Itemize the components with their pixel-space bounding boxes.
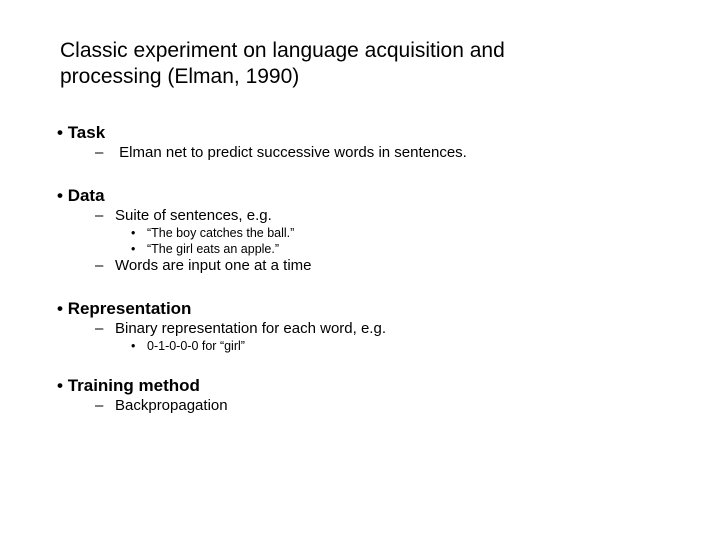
section-training-method: • Training method – Backpropagation	[57, 376, 697, 415]
dash-mark: –	[95, 144, 104, 161]
dash-mark: –	[95, 207, 104, 224]
section-heading: • Data	[57, 186, 697, 206]
slide-title-line-2: processing (Elman, 1990)	[60, 65, 300, 88]
sub-list-item: • 0-1-0-0-0 for “girl”	[57, 338, 697, 354]
list-item-text: Suite of sentences, e.g.	[115, 207, 272, 224]
list-item: – Elman net to predict successive words …	[57, 144, 697, 162]
dash-mark: –	[95, 397, 104, 414]
list-item-text: Backpropagation	[115, 397, 228, 414]
section-heading: • Representation	[57, 299, 697, 319]
sub-list-item: • “The girl eats an apple.”	[57, 241, 697, 257]
section-task: • Task – Elman net to predict successive…	[57, 123, 697, 162]
section-heading-text: Representation	[67, 299, 192, 318]
section-representation: • Representation – Binary representation …	[57, 299, 697, 354]
slide-title: Classic experiment on language acquisiti…	[60, 38, 660, 90]
list-item: – Backpropagation	[57, 397, 697, 415]
list-item-text: Binary representation for each word, e.g…	[115, 320, 386, 337]
section-data: • Data – Suite of sentences, e.g. • “The b…	[57, 186, 697, 275]
bullet-mark: •	[131, 226, 136, 240]
list-item-text: Words are input one at a time	[115, 257, 312, 274]
slide: Classic experiment on language acquisiti…	[0, 0, 720, 540]
sub-list-item-text: “The boy catches the ball.”	[147, 226, 295, 240]
sub-list-item-text: 0-1-0-0-0 for “girl”	[147, 339, 245, 353]
bullet-mark: •	[57, 299, 63, 318]
bullet-mark: •	[57, 376, 63, 395]
bullet-mark: •	[131, 339, 136, 353]
dash-mark: –	[95, 320, 104, 337]
sub-list-item-text: “The girl eats an apple.”	[147, 242, 280, 256]
section-heading-text: Data	[67, 186, 105, 205]
list-item-text: Elman net to predict successive words in…	[115, 144, 467, 161]
section-heading: • Training method	[57, 376, 697, 396]
slide-title-line-1: Classic experiment on language acquisiti…	[60, 39, 505, 62]
bullet-mark: •	[131, 242, 136, 256]
dash-mark: –	[95, 257, 104, 274]
list-item: – Binary representation for each word, e.…	[57, 320, 697, 338]
section-heading-text: Task	[67, 123, 106, 142]
bullet-mark: •	[57, 123, 63, 142]
sub-list-item: • “The boy catches the ball.”	[57, 225, 697, 241]
section-heading: • Task	[57, 123, 697, 143]
bullet-mark: •	[57, 186, 63, 205]
section-heading-text: Training method	[67, 376, 200, 395]
list-item: – Words are input one at a time	[57, 257, 697, 275]
list-item: – Suite of sentences, e.g.	[57, 207, 697, 225]
